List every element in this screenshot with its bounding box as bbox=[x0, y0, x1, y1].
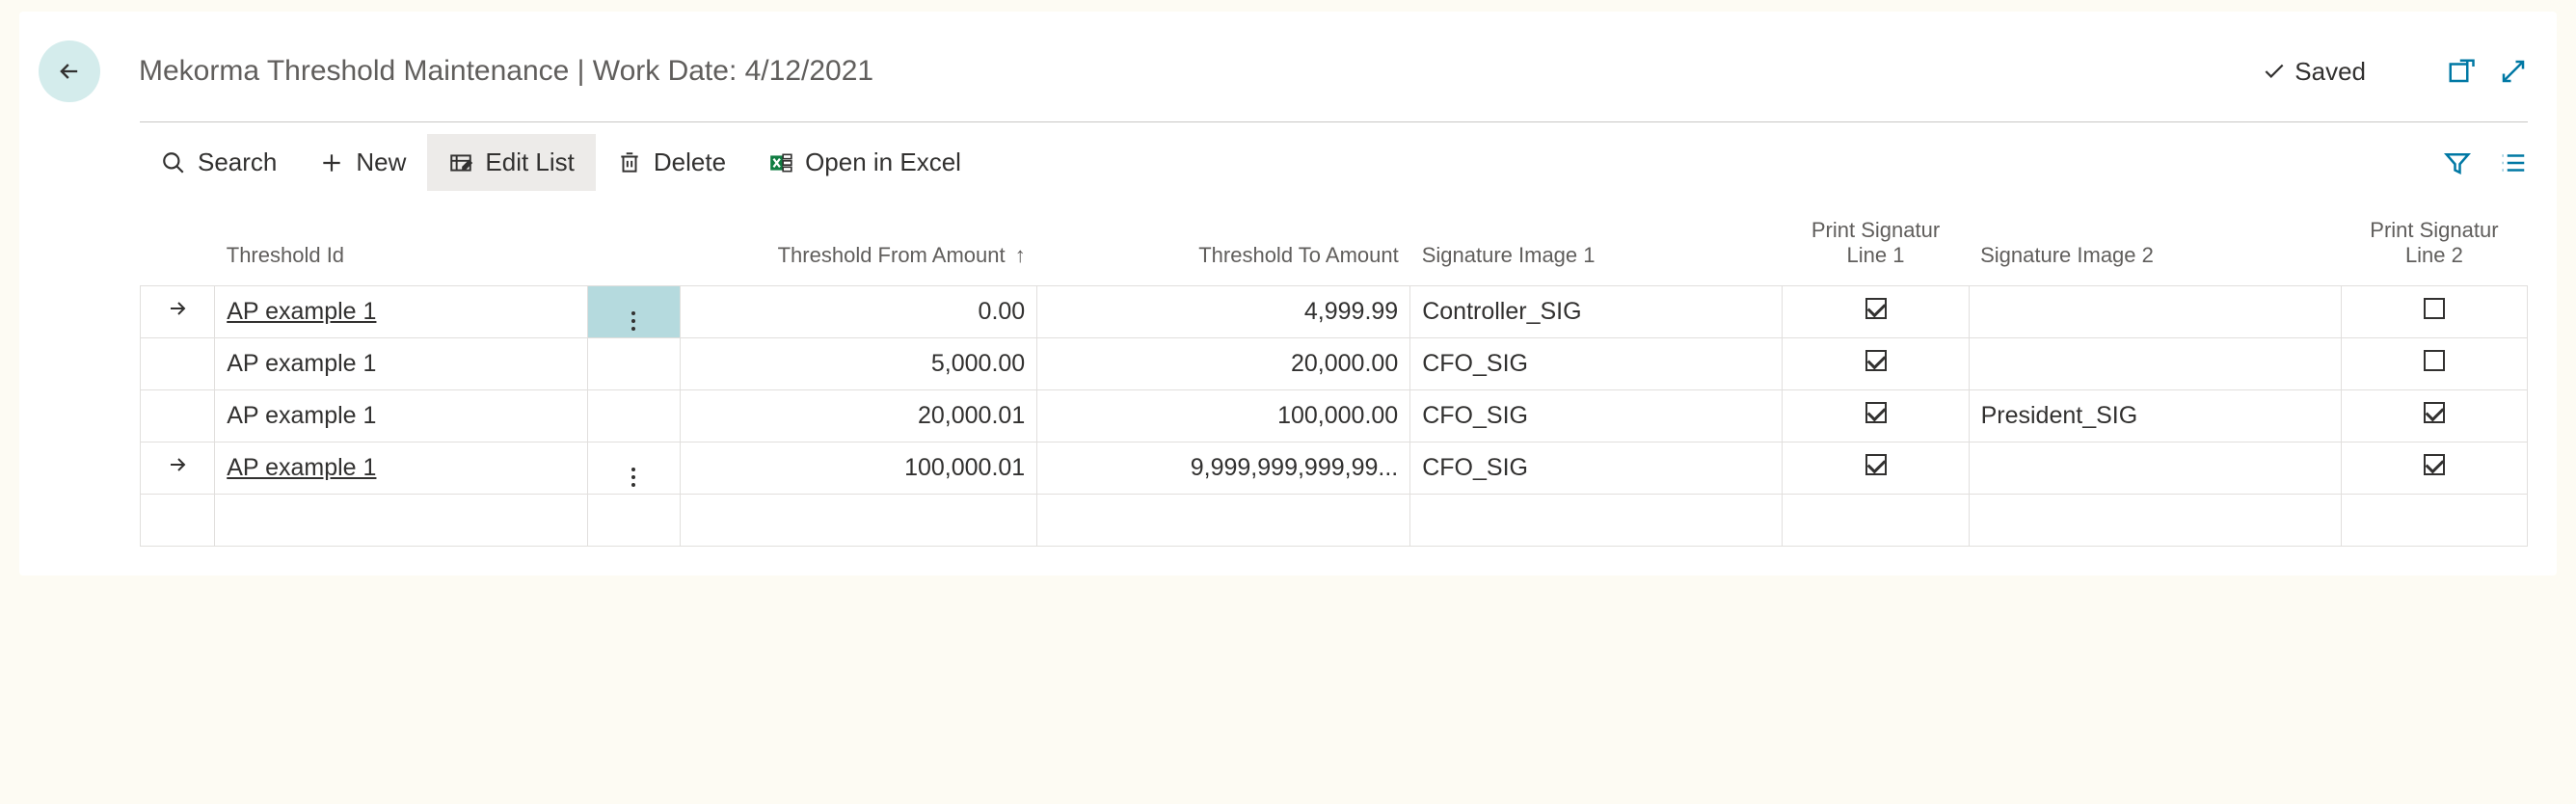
open-excel-button[interactable]: Open in Excel bbox=[747, 134, 982, 191]
cell-threshold-id[interactable]: AP example 1 bbox=[215, 442, 587, 495]
page-title: Mekorma Threshold Maintenance | Work Dat… bbox=[139, 55, 2262, 88]
checkbox-icon bbox=[2424, 298, 2445, 319]
threshold-table: Threshold Id Threshold From Amount ↑ Thr… bbox=[140, 208, 2528, 547]
cell-threshold-id[interactable]: AP example 1 bbox=[215, 286, 587, 338]
checkbox-icon bbox=[1865, 298, 1887, 319]
expand-icon[interactable] bbox=[2499, 57, 2528, 86]
edit-list-button[interactable]: Edit List bbox=[427, 134, 596, 191]
delete-button[interactable]: Delete bbox=[596, 134, 747, 191]
delete-label: Delete bbox=[654, 147, 726, 177]
cell-to-amount[interactable]: 100,000.00 bbox=[1037, 390, 1410, 442]
cell-sig1[interactable]: CFO_SIG bbox=[1410, 442, 1783, 495]
saved-label: Saved bbox=[2294, 57, 2366, 87]
checkbox-icon bbox=[1865, 454, 1887, 475]
cell-from-amount[interactable]: 0.00 bbox=[681, 286, 1037, 338]
new-button[interactable]: New bbox=[298, 134, 427, 191]
popout-icon[interactable] bbox=[2447, 57, 2476, 86]
row-indicator bbox=[141, 338, 215, 390]
checkbox-icon bbox=[1865, 402, 1887, 423]
cell-from-amount[interactable]: 20,000.01 bbox=[681, 390, 1037, 442]
table-row[interactable]: AP example 1 100,000.019,999,999,999,99..… bbox=[141, 442, 2528, 495]
open-excel-label: Open in Excel bbox=[805, 147, 961, 177]
check-icon bbox=[2262, 59, 2287, 84]
edit-list-icon bbox=[448, 150, 473, 175]
cell-from-amount[interactable]: 5,000.00 bbox=[681, 338, 1037, 390]
cell-line2[interactable] bbox=[2341, 286, 2527, 338]
cell-line2[interactable] bbox=[2341, 390, 2527, 442]
cell-sig2[interactable] bbox=[1969, 442, 2341, 495]
row-menu-button[interactable] bbox=[587, 442, 681, 495]
cell-line1[interactable] bbox=[1783, 442, 1969, 495]
cell-line1[interactable] bbox=[1783, 390, 1969, 442]
cell-line2[interactable] bbox=[2341, 338, 2527, 390]
cell-sig2[interactable] bbox=[1969, 338, 2341, 390]
col-line2[interactable]: Print Signatur Line 2 bbox=[2341, 208, 2527, 286]
checkbox-icon bbox=[2424, 454, 2445, 475]
excel-icon bbox=[768, 150, 793, 175]
table-row[interactable]: AP example 1 5,000.0020,000.00CFO_SIG bbox=[141, 338, 2528, 390]
sort-asc-icon: ↑ bbox=[1015, 243, 1026, 268]
cell-line1[interactable] bbox=[1783, 286, 1969, 338]
col-sig2[interactable]: Signature Image 2 bbox=[1969, 208, 2341, 286]
cell-sig1[interactable]: CFO_SIG bbox=[1410, 390, 1783, 442]
search-icon bbox=[161, 150, 186, 175]
cell-line1[interactable] bbox=[1783, 338, 1969, 390]
back-button[interactable] bbox=[39, 40, 100, 102]
search-label: Search bbox=[198, 147, 277, 177]
checkbox-icon bbox=[2424, 402, 2445, 423]
plus-icon bbox=[319, 150, 344, 175]
cell-threshold-id[interactable]: AP example 1 bbox=[215, 390, 587, 442]
edit-list-label: Edit List bbox=[485, 147, 575, 177]
row-indicator bbox=[141, 286, 215, 338]
col-sig1[interactable]: Signature Image 1 bbox=[1410, 208, 1783, 286]
col-from-amount[interactable]: Threshold From Amount ↑ bbox=[681, 208, 1037, 286]
list-view-icon[interactable] bbox=[2499, 148, 2528, 177]
table-row[interactable]: AP example 1 20,000.01100,000.00CFO_SIG Pr… bbox=[141, 390, 2528, 442]
table-row[interactable]: AP example 1 0.004,999.99Controller_SIG bbox=[141, 286, 2528, 338]
cell-line2[interactable] bbox=[2341, 442, 2527, 495]
saved-status: Saved bbox=[2262, 57, 2366, 87]
col-threshold-id[interactable]: Threshold Id bbox=[215, 208, 587, 286]
cell-to-amount[interactable]: 4,999.99 bbox=[1037, 286, 1410, 338]
header-divider bbox=[140, 121, 2528, 122]
cell-sig2[interactable] bbox=[1969, 286, 2341, 338]
cell-sig2[interactable]: President_SIG bbox=[1969, 390, 2341, 442]
table-row-empty[interactable] bbox=[141, 495, 2528, 547]
trash-icon bbox=[617, 150, 642, 175]
col-to-amount[interactable]: Threshold To Amount bbox=[1037, 208, 1410, 286]
cell-to-amount[interactable]: 20,000.00 bbox=[1037, 338, 1410, 390]
filter-icon[interactable] bbox=[2443, 148, 2472, 177]
checkbox-icon bbox=[1865, 350, 1887, 371]
checkbox-icon bbox=[2424, 350, 2445, 371]
cell-sig1[interactable]: CFO_SIG bbox=[1410, 338, 1783, 390]
row-menu-button[interactable] bbox=[587, 338, 681, 390]
row-menu-button[interactable] bbox=[587, 286, 681, 338]
cell-to-amount[interactable]: 9,999,999,999,99... bbox=[1037, 442, 1410, 495]
toolbar: Search New Edit List Dele bbox=[140, 126, 2528, 199]
cell-from-amount[interactable]: 100,000.01 bbox=[681, 442, 1037, 495]
col-line1[interactable]: Print Signatur Line 1 bbox=[1783, 208, 1969, 286]
arrow-left-icon bbox=[56, 58, 83, 85]
row-indicator bbox=[141, 442, 215, 495]
new-label: New bbox=[356, 147, 406, 177]
cell-threshold-id[interactable]: AP example 1 bbox=[215, 338, 587, 390]
row-indicator bbox=[141, 390, 215, 442]
cell-sig1[interactable]: Controller_SIG bbox=[1410, 286, 1783, 338]
row-menu-button[interactable] bbox=[587, 390, 681, 442]
search-button[interactable]: Search bbox=[140, 134, 298, 191]
